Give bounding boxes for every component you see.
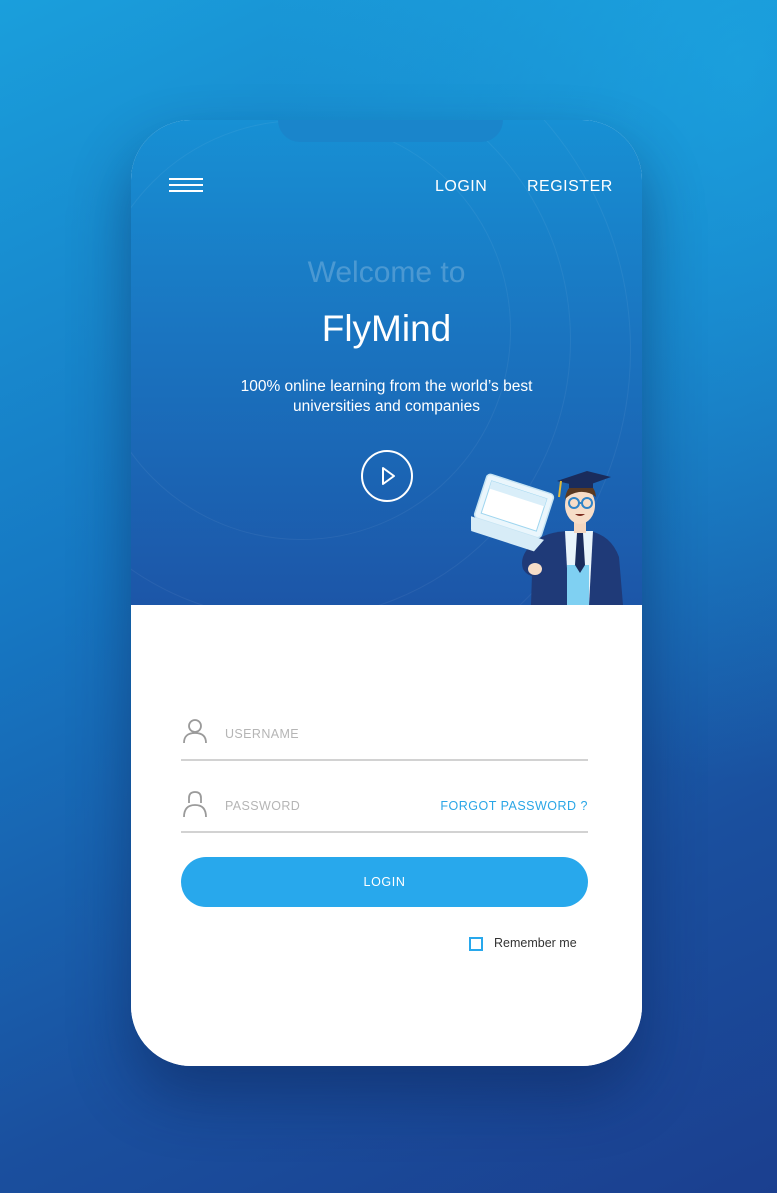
login-form: FORGOT PASSWORD ? LOGIN Remember me (131, 605, 642, 1066)
password-field: FORGOT PASSWORD ? (181, 787, 588, 833)
graduate-with-laptop-illustration (471, 471, 623, 605)
checkbox-box[interactable] (469, 937, 483, 951)
phone-frame: LOGIN REGISTER Welcome to FlyMind 100% o… (131, 120, 642, 1066)
remember-me-label: Remember me (494, 936, 577, 950)
nav-login-link[interactable]: LOGIN (435, 178, 487, 196)
play-icon (382, 467, 395, 485)
phone-notch (278, 120, 503, 142)
username-input[interactable] (225, 721, 445, 747)
hamburger-menu-icon[interactable] (169, 178, 203, 194)
welcome-heading: Welcome to (307, 256, 466, 289)
nav-register-link[interactable]: REGISTER (527, 178, 613, 196)
lock-icon (183, 791, 207, 818)
forgot-password-link[interactable]: FORGOT PASSWORD ? (440, 799, 588, 813)
hero-section: LOGIN REGISTER Welcome to FlyMind 100% o… (131, 120, 642, 605)
play-video-button[interactable] (361, 450, 413, 502)
username-field (181, 715, 588, 761)
password-input[interactable] (225, 793, 445, 819)
hero-tagline: 100% online learning from the world’s be… (240, 378, 533, 415)
login-button[interactable]: LOGIN (181, 857, 588, 907)
brand-title: FlyMind (321, 308, 452, 349)
user-icon (183, 719, 207, 744)
